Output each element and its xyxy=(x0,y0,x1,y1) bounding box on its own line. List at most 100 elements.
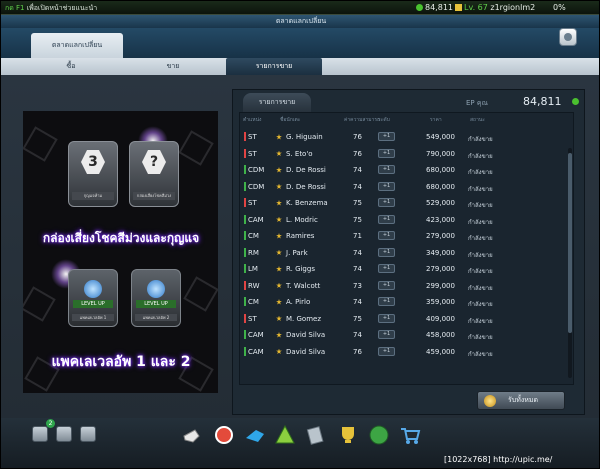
table-row[interactable]: CDM D. De Rossi 74 +1 680,000 กำลังขาย xyxy=(242,162,570,178)
key-count-badge: 3 xyxy=(81,150,105,174)
player-price: 359,000 xyxy=(426,298,455,306)
level-badge-icon xyxy=(455,4,462,11)
receive-all-button[interactable]: รับทั้งหมด xyxy=(477,391,565,410)
position-color-bar xyxy=(244,231,246,240)
player-ovr: 74 xyxy=(353,331,362,339)
star-icon xyxy=(276,249,282,255)
notification-count: 2 xyxy=(46,419,55,428)
table-row[interactable]: ST M. Gomez 75 +1 409,000 กำลังขาย xyxy=(242,311,570,327)
formation-icon[interactable] xyxy=(274,424,296,446)
player-price: 409,000 xyxy=(426,314,455,323)
table-row[interactable]: CAM L. Modric 75 +1 423,000 กำลังขาย xyxy=(242,212,570,228)
player-ovr: 73 xyxy=(353,281,362,290)
club-icon[interactable] xyxy=(368,424,390,446)
trophy-icon[interactable] xyxy=(337,424,359,446)
sale-status: กำลังขาย xyxy=(468,202,493,209)
table-row[interactable]: CAM David Silva 76 +1 459,000 กำลังขาย xyxy=(242,344,570,360)
player-level: +1 xyxy=(378,330,395,339)
ball-icon[interactable] xyxy=(213,424,235,446)
table-row[interactable]: LM R. Giggs 74 +1 279,000 กำลังขาย xyxy=(242,261,570,277)
cards-icon[interactable] xyxy=(305,424,327,446)
player-name: M. Gomez xyxy=(286,314,321,323)
table-header: ตำแหน่ง ชื่อนักเตะ ค่าความสามารถ ระดับ ร… xyxy=(240,113,575,127)
tab-sale-list-panel[interactable]: รายการขาย xyxy=(243,93,311,112)
player-ovr: 71 xyxy=(353,232,362,240)
friends-icon[interactable] xyxy=(32,426,48,442)
help-hint-text: เพื่อเปิดหน้าช่วยแนะนำ xyxy=(24,4,98,12)
tab-marketplace[interactable]: ตลาดแลกเปลี่ยน xyxy=(31,33,123,58)
level-up-label: LEVEL UP xyxy=(73,300,113,308)
table-scrollbar[interactable] xyxy=(568,148,572,378)
star-icon xyxy=(276,150,282,156)
ep-value: 84,811 xyxy=(523,95,562,108)
header-position: ตำแหน่ง xyxy=(243,117,262,123)
mystery-icon: ? xyxy=(142,150,166,174)
position-color-bar xyxy=(244,346,246,356)
header-status: สถานะ xyxy=(470,117,485,123)
table-row[interactable]: RM J. Park 74 +1 349,000 กำลังขาย xyxy=(242,245,570,261)
receive-all-label: รับทั้งหมด xyxy=(508,396,539,404)
player-ovr: 75 xyxy=(353,199,362,207)
sale-status: กำลังขาย xyxy=(468,284,493,292)
scrollbar-thumb[interactable] xyxy=(568,153,572,333)
home-button[interactable] xyxy=(559,28,577,46)
player-name: A. Pirlo xyxy=(286,298,311,306)
table-row[interactable]: RW T. Walcott 73 +1 299,000 กำลังขาย xyxy=(242,278,570,294)
tab-buy[interactable]: ซื้อ xyxy=(23,58,119,75)
player-name: J. Park xyxy=(286,248,308,257)
market-nav: ซื้อ ขาย รายการขาย xyxy=(1,58,599,75)
position-color-bar xyxy=(244,165,246,174)
table-row[interactable]: ST K. Benzema 75 +1 529,000 กำลังขาย xyxy=(242,195,570,211)
mail-icon[interactable] xyxy=(80,426,96,442)
table-row[interactable]: CM Ramires 71 +1 279,000 กำลังขาย xyxy=(242,228,570,244)
level-up-pack-1-caption: แพคเลเวลอัพ 1 xyxy=(72,314,114,321)
ep-label: EP คุณ xyxy=(466,99,489,107)
username: z1rgionlm2 xyxy=(490,3,536,12)
sale-status: กำลังขาย xyxy=(468,185,493,193)
promo-banner[interactable]: 3 กุญแจห้าม ? กล่องเสี่ยงโชคสีม่วง กล่อง… xyxy=(23,111,218,393)
table-row[interactable]: ST G. Higuain 76 +1 549,000 กำลังขาย xyxy=(242,129,570,145)
progress-percent: 0% xyxy=(553,3,566,12)
level-up-label: LEVEL UP xyxy=(136,300,176,308)
player-price: 680,000 xyxy=(426,166,455,174)
sale-status: กำลังขาย xyxy=(468,301,493,308)
key-card: 3 กุญแจห้าม xyxy=(68,141,118,207)
star-icon xyxy=(276,134,282,140)
tab-sale-list[interactable]: รายการขาย xyxy=(226,58,322,75)
table-row[interactable]: CM A. Pirlo 74 +1 359,000 กำลังขาย xyxy=(242,294,570,310)
player-position: CM xyxy=(248,232,259,240)
boots-icon[interactable] xyxy=(181,424,203,446)
position-color-bar xyxy=(244,214,246,224)
shop-cart-icon[interactable] xyxy=(399,424,421,446)
star-icon xyxy=(276,332,282,338)
player-ovr: 75 xyxy=(353,215,362,224)
table-row[interactable]: ST S. Eto'o 76 +1 790,000 กำลังขาย xyxy=(242,146,570,162)
player-price: 680,000 xyxy=(426,182,455,191)
sale-status: กำลังขาย xyxy=(468,350,493,358)
level-display: Lv. 67 z1rgionlm2 xyxy=(455,3,535,12)
player-name: L. Modric xyxy=(286,215,318,224)
player-level: +1 xyxy=(378,346,395,356)
chat-icon[interactable] xyxy=(56,426,72,442)
player-level: +1 xyxy=(378,231,395,240)
star-icon xyxy=(276,348,282,354)
ep-balance: 84,811 xyxy=(416,3,453,12)
player-position: RW xyxy=(248,281,260,290)
table-row[interactable]: CDM D. De Rossi 74 +1 680,000 กำลังขาย xyxy=(242,179,570,195)
player-price: 279,000 xyxy=(426,232,455,240)
player-position: CAM xyxy=(248,347,264,356)
player-price: 423,000 xyxy=(426,215,455,224)
table-row[interactable]: CAM David Silva 74 +1 458,000 กำลังขาย xyxy=(242,327,570,343)
player-level: +1 xyxy=(378,297,395,306)
star-icon xyxy=(276,299,282,305)
player-ovr: 75 xyxy=(353,314,362,323)
sale-list-panel: รายการขาย EP คุณ 84,811 ตำแหน่ง ชื่อนักเ… xyxy=(232,89,585,415)
player-price: 529,000 xyxy=(426,199,455,207)
player-name: R. Giggs xyxy=(286,265,315,273)
star-icon xyxy=(276,216,282,222)
cleats-icon[interactable] xyxy=(244,424,266,446)
tab-sell[interactable]: ขาย xyxy=(125,58,221,75)
player-position: CDM xyxy=(248,166,265,174)
player-level: +1 xyxy=(378,165,395,174)
game-window: กด F1 เพื่อเปิดหน้าช่วยแนะนำ 84,811 Lv. … xyxy=(0,0,600,469)
